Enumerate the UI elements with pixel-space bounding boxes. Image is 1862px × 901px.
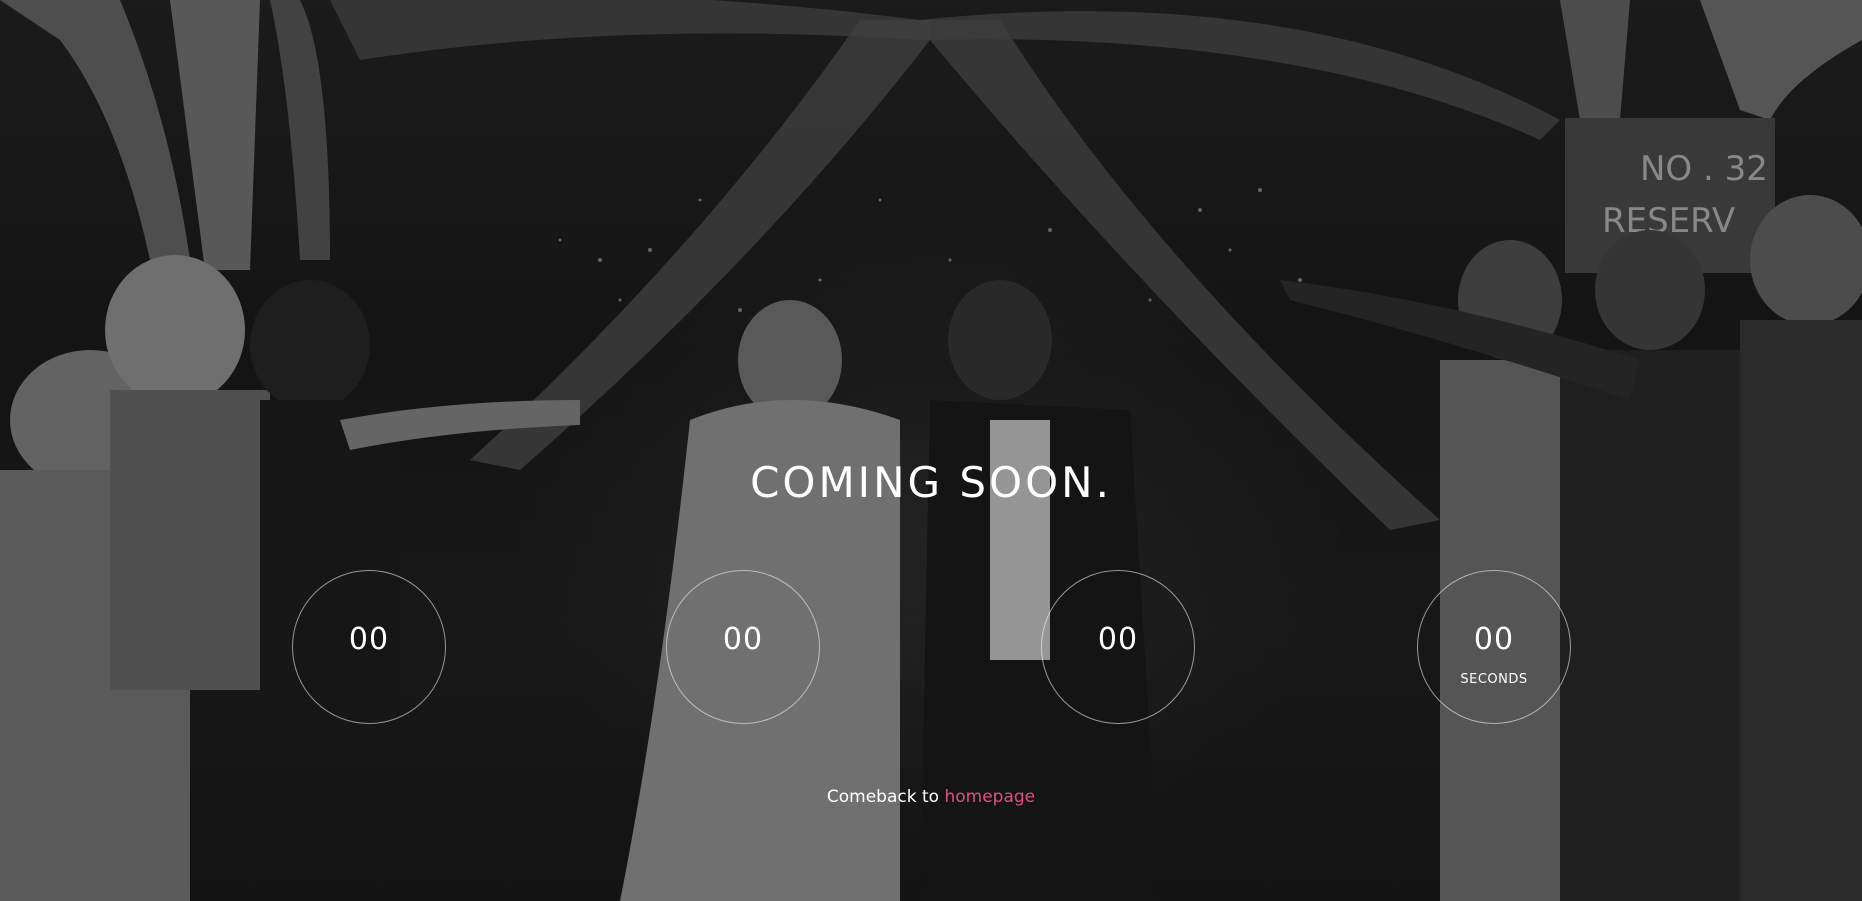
dark-overlay [0, 0, 1862, 901]
countdown-seconds: 00 SECONDS [1417, 570, 1571, 724]
countdown-days-value: 00 [348, 622, 390, 657]
countdown-hours: 00 [666, 570, 820, 724]
countdown-seconds-value: 00 [1473, 622, 1515, 657]
comeback-line: Comeback to homepage [0, 787, 1862, 807]
countdown-minutes: 00 [1041, 570, 1195, 724]
homepage-link[interactable]: homepage [944, 787, 1035, 807]
page-title: COMING SOON. [750, 458, 1112, 507]
countdown-days: 00 [292, 570, 446, 724]
countdown-seconds-label: SECONDS [1460, 672, 1528, 687]
countdown-hours-value: 00 [722, 622, 764, 657]
countdown-minutes-value: 00 [1097, 622, 1139, 657]
coming-soon-page: NO . 32 RESERV COMING SOON. 00 00 00 00 … [0, 0, 1862, 901]
comeback-prefix: Comeback to [826, 787, 940, 807]
